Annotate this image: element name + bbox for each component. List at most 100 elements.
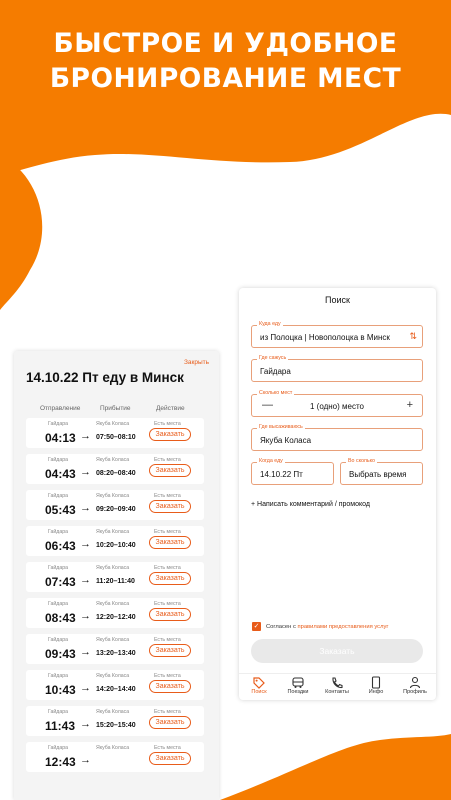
screen-title: Поиск xyxy=(325,295,350,305)
route-field[interactable]: Куда еду из Полоцка | Новополоцка в Минс… xyxy=(251,321,423,348)
dropoff-field[interactable]: Где высаживаюсь Якуба Коласа xyxy=(251,424,423,451)
trip-from-stop: Гайдара xyxy=(48,565,68,571)
book-button[interactable]: Заказать xyxy=(149,752,191,765)
date-field[interactable]: Когда еду 14.10.22 Пт xyxy=(251,458,334,485)
trip-departure-time: 05:43 xyxy=(45,503,76,517)
terms-link[interactable]: правилами предоставления услуг xyxy=(297,624,388,630)
close-link[interactable]: Закрыть xyxy=(184,359,209,366)
trip-row: Гайдара Якуба Коласа Есть места 04:13 07:50–… xyxy=(26,418,204,448)
tab-info[interactable]: Инфо xyxy=(357,676,395,695)
seats-stepper[interactable]: Сколько мест — 1 (одно) место + xyxy=(251,390,423,417)
arrow-right-icon: → xyxy=(80,466,91,478)
arrow-right-icon: → xyxy=(80,718,91,730)
trip-from-stop: Гайдара xyxy=(48,493,68,499)
trip-availability: Есть места xyxy=(154,745,181,751)
time-label: Во сколько xyxy=(346,458,377,464)
trip-to-stop: Якуба Коласа xyxy=(96,421,130,427)
trip-to-stop: Якуба Коласа xyxy=(96,637,130,643)
trip-arrival-window: 15:20–15:40 xyxy=(96,722,136,729)
pickup-field[interactable]: Где сажусь Гайдара xyxy=(251,355,423,382)
dropoff-label: Где высаживаюсь xyxy=(257,424,305,430)
trip-row: Гайдара Якуба Коласа Есть места 10:43 14:20–… xyxy=(26,670,204,700)
trip-row: Гайдара Якуба Коласа Есть места 04:43 08:20–… xyxy=(26,454,204,484)
agree-text: Согласен с xyxy=(266,624,296,631)
agree-terms[interactable]: ✓ Согласен с правилами предоставления усл… xyxy=(252,622,388,631)
trip-from-stop: Гайдара xyxy=(48,529,68,535)
book-button[interactable]: Заказать xyxy=(149,680,191,693)
trip-availability: Есть места xyxy=(154,709,181,715)
trip-list: Гайдара Якуба Коласа Есть места 04:13 07:50–… xyxy=(26,418,204,778)
time-value: Выбрать время xyxy=(349,470,407,479)
trip-availability: Есть места xyxy=(154,529,181,535)
trip-departure-time: 08:43 xyxy=(45,611,76,625)
trip-availability: Есть места xyxy=(154,565,181,571)
trip-availability: Есть места xyxy=(154,457,181,463)
tab-contacts[interactable]: Контакты xyxy=(318,676,356,695)
trip-availability: Есть места xyxy=(154,673,181,679)
trip-departure-time: 12:43 xyxy=(45,755,76,769)
add-comment-link[interactable]: + Написать комментарий / промокод xyxy=(251,501,370,508)
book-button[interactable]: Заказать xyxy=(149,644,191,657)
trip-to-stop: Якуба Коласа xyxy=(96,529,130,535)
submit-button[interactable]: Заказать xyxy=(251,639,423,663)
trip-from-stop: Гайдара xyxy=(48,673,68,679)
user-icon xyxy=(396,676,434,689)
book-button[interactable]: Заказать xyxy=(149,500,191,513)
trip-to-stop: Якуба Коласа xyxy=(96,565,130,571)
trip-availability: Есть места xyxy=(154,421,181,427)
date-value: 14.10.22 Пт xyxy=(260,470,303,479)
trip-from-stop: Гайдара xyxy=(48,637,68,643)
tab-search[interactable]: Поиск xyxy=(240,676,278,695)
trip-title: 14.10.22 Пт еду в Минск xyxy=(26,370,184,385)
trip-to-stop: Якуба Коласа xyxy=(96,745,130,751)
trip-arrival-window: 12:20–12:40 xyxy=(96,614,136,621)
time-field[interactable]: Во сколько Выбрать время xyxy=(340,458,423,485)
route-value: из Полоцка | Новополоцка в Минск xyxy=(260,333,390,342)
trip-departure-time: 11:43 xyxy=(45,719,76,733)
book-button[interactable]: Заказать xyxy=(149,716,191,729)
tab-profile[interactable]: Профиль xyxy=(396,676,434,695)
book-button[interactable]: Заказать xyxy=(149,464,191,477)
column-arrival: Прибытие xyxy=(100,405,131,412)
arrow-right-icon: → xyxy=(80,646,91,658)
arrow-right-icon: → xyxy=(80,502,91,514)
trip-arrival-window: 14:20–14:40 xyxy=(96,686,136,693)
checkbox-checked-icon[interactable]: ✓ xyxy=(252,622,261,631)
search-screen: Поиск Куда еду из Полоцка | Новополоцка … xyxy=(239,288,436,700)
trip-to-stop: Якуба Коласа xyxy=(96,457,130,463)
book-button[interactable]: Заказать xyxy=(149,428,191,441)
tab-trips[interactable]: Поездки xyxy=(279,676,317,695)
trip-departure-time: 04:13 xyxy=(45,431,76,445)
column-departure: Отправление xyxy=(40,405,81,412)
arrow-right-icon: → xyxy=(80,754,91,766)
book-button[interactable]: Заказать xyxy=(149,536,191,549)
arrow-right-icon: → xyxy=(80,574,91,586)
trip-to-stop: Якуба Коласа xyxy=(96,673,130,679)
arrow-right-icon: → xyxy=(80,682,91,694)
tab-label: Инфо xyxy=(368,689,384,695)
trip-arrival-window: 13:20–13:40 xyxy=(96,650,136,657)
promo-headline-line1: БЫСТРОЕ И УДОБНОЕ xyxy=(53,28,398,59)
trip-availability: Есть места xyxy=(154,493,181,499)
trip-from-stop: Гайдара xyxy=(48,745,68,751)
promo-headline-line2: БРОНИРОВАНИЕ МЕСТ xyxy=(49,63,402,94)
trip-departure-time: 10:43 xyxy=(45,683,76,697)
trip-from-stop: Гайдара xyxy=(48,457,68,463)
plus-icon[interactable]: + xyxy=(407,399,413,411)
promo-headline: БЫСТРОЕ И УДОБНОЕ БРОНИРОВАНИЕ МЕСТ xyxy=(0,26,451,96)
column-action: Действие xyxy=(156,405,185,412)
trip-availability: Есть места xyxy=(154,601,181,607)
trip-arrival-window: 08:20–08:40 xyxy=(96,470,136,477)
trip-from-stop: Гайдара xyxy=(48,601,68,607)
trip-arrival-window: 07:50–08:10 xyxy=(96,434,136,441)
book-button[interactable]: Заказать xyxy=(149,572,191,585)
pickup-value: Гайдара xyxy=(260,367,291,376)
trip-row: Гайдара Якуба Коласа Есть места 09:43 13:20–… xyxy=(26,634,204,664)
arrow-right-icon: → xyxy=(80,430,91,442)
trip-departure-time: 07:43 xyxy=(45,575,76,589)
bus-icon xyxy=(279,676,317,689)
swap-icon[interactable]: ⇅ xyxy=(409,331,417,342)
route-label: Куда еду xyxy=(257,321,283,327)
trip-to-stop: Якуба Коласа xyxy=(96,601,130,607)
book-button[interactable]: Заказать xyxy=(149,608,191,621)
